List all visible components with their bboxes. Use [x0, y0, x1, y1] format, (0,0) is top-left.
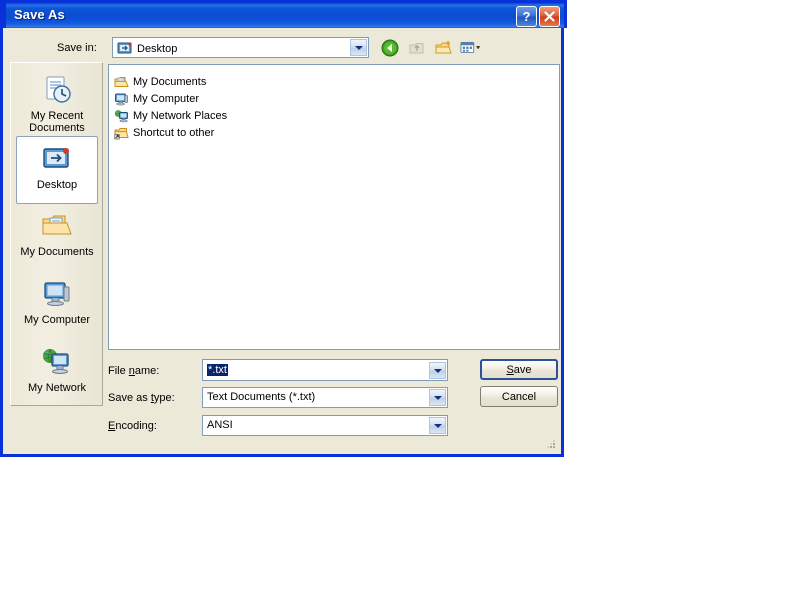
list-item-label: My Documents: [133, 75, 207, 88]
desktop-icon: [117, 42, 132, 54]
file-name-value-wrap: *.txt: [207, 364, 228, 376]
new-folder-button[interactable]: [433, 38, 455, 58]
encoding-dropdown-button[interactable]: [429, 417, 446, 434]
list-item[interactable]: Shortcut to other: [109, 124, 559, 141]
navigation-toolbar: [379, 38, 482, 58]
file-list[interactable]: My Documents My Computer My Network Plac…: [108, 64, 560, 350]
title-bar: Save As ?: [3, 0, 567, 28]
place-my-computer[interactable]: My Computer: [16, 272, 98, 340]
close-x-icon: [544, 11, 555, 22]
encoding-label: Encoding:: [108, 420, 157, 432]
close-button[interactable]: [539, 6, 560, 27]
file-name-combobox[interactable]: *.txt: [202, 359, 448, 381]
place-label: My Computer: [23, 314, 91, 326]
list-item-label: My Computer: [133, 92, 200, 105]
save-as-dialog: Save As ? Save in: Desktop My Recent Doc…: [0, 0, 567, 457]
resize-grip-icon[interactable]: [545, 438, 557, 450]
back-arrow-icon: [381, 39, 399, 57]
file-list-inner: My Documents My Computer My Network Plac…: [109, 65, 559, 141]
recent-documents-icon: [41, 73, 73, 107]
save-as-type-value-wrap: Text Documents (*.txt): [207, 391, 315, 403]
help-button[interactable]: ?: [516, 6, 537, 27]
encoding-value-wrap: ANSI: [207, 419, 233, 431]
place-desktop[interactable]: Desktop: [16, 136, 98, 204]
up-folder-icon: [409, 43, 424, 54]
save-button-label: Save: [506, 363, 532, 376]
up-one-level-button[interactable]: [406, 38, 428, 58]
encoding-combobox[interactable]: ANSI: [202, 415, 448, 436]
list-item-label: Shortcut to other: [133, 126, 215, 139]
place-my-recent-documents[interactable]: My Recent Documents: [16, 68, 98, 136]
back-button[interactable]: [379, 38, 401, 58]
my-documents-icon: [41, 209, 73, 243]
file-name-dropdown-button[interactable]: [429, 362, 446, 379]
question-mark-icon: ?: [522, 9, 531, 24]
save-as-type-dropdown-button[interactable]: [429, 389, 446, 406]
list-item[interactable]: My Network Places: [109, 107, 559, 124]
save-in-dropdown-button[interactable]: [350, 39, 367, 56]
list-item-label: My Network Places: [133, 109, 228, 122]
title-bar-buttons: ?: [516, 6, 560, 27]
views-icon: [460, 42, 481, 54]
save-as-type-value: Text Documents (*.txt): [207, 391, 316, 403]
encoding-value: ANSI: [207, 419, 233, 431]
file-name-label: File name:: [108, 365, 160, 377]
folder-shortcut-icon: [113, 125, 129, 141]
my-computer-icon: [41, 277, 73, 311]
chevron-down-icon: [433, 423, 442, 428]
save-in-value-wrap: Desktop: [117, 41, 177, 56]
save-as-type-combobox[interactable]: Text Documents (*.txt): [202, 387, 448, 408]
my-network-places-icon: [113, 108, 129, 124]
place-label: Desktop: [36, 179, 78, 191]
my-documents-folder-icon: [113, 74, 129, 90]
save-in-combobox[interactable]: Desktop: [112, 37, 369, 58]
place-label: My Documents: [20, 246, 94, 258]
desktop-icon: [41, 142, 73, 176]
my-computer-icon: [113, 91, 129, 107]
place-my-network[interactable]: My Network: [16, 340, 98, 408]
chevron-down-icon: [433, 395, 442, 400]
cancel-button[interactable]: Cancel: [480, 386, 558, 407]
save-in-label: Save in:: [57, 42, 97, 54]
views-button[interactable]: [460, 38, 482, 58]
place-label: My Recent Documents: [29, 110, 85, 134]
save-as-type-label: Save as type:: [108, 392, 175, 404]
chevron-down-icon: [354, 45, 363, 50]
save-button[interactable]: Save: [480, 359, 558, 380]
new-folder-icon: [435, 41, 452, 54]
places-bar: My Recent Documents Desktop My Documents…: [10, 62, 103, 406]
cancel-button-label: Cancel: [501, 390, 537, 403]
file-name-input[interactable]: *.txt: [207, 364, 228, 376]
list-item[interactable]: My Computer: [109, 90, 559, 107]
list-item[interactable]: My Documents: [109, 73, 559, 90]
place-my-documents[interactable]: My Documents: [16, 204, 98, 272]
my-network-icon: [41, 345, 73, 379]
save-in-value: Desktop: [137, 42, 178, 55]
place-label: My Network: [27, 382, 87, 394]
chevron-down-icon: [433, 368, 442, 373]
dialog-title: Save As: [14, 7, 65, 22]
